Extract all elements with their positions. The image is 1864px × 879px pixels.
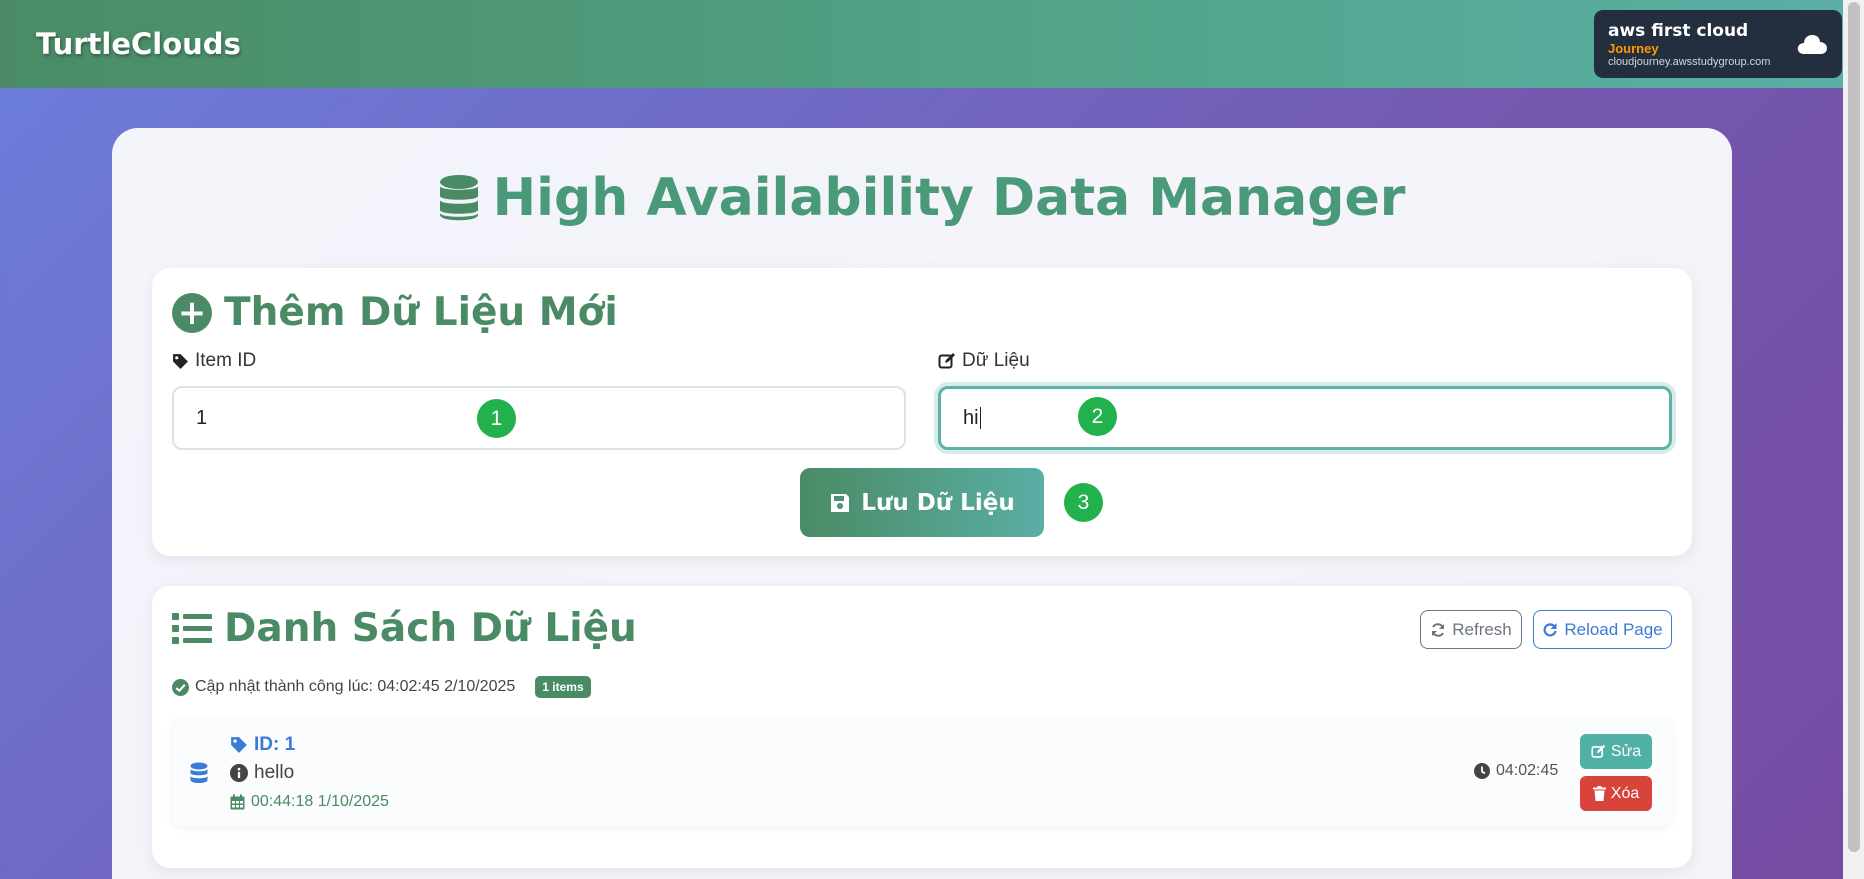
delete-button-label: Xóa (1610, 784, 1640, 802)
aws-badge[interactable]: aws first cloud Journey cloudjourney.aws… (1594, 10, 1842, 78)
add-data-card: + Thêm Dữ Liệu Mới Item ID 1 1 Dữ Liệu h… (152, 268, 1692, 556)
main-container: High Availability Data Manager + Thêm Dữ… (112, 128, 1732, 879)
text-caret (979, 407, 982, 429)
item-id-input[interactable]: 1 (172, 386, 906, 450)
item-id-label-text: Item ID (195, 350, 257, 371)
add-section-title: + Thêm Dữ Liệu Mới (172, 290, 618, 335)
item-id-label: Item ID (172, 350, 256, 372)
item-created-date: 00:44:18 1/10/2025 (230, 793, 389, 811)
data-input-value: hi (963, 406, 979, 429)
annotation-step-1: 1 (477, 399, 516, 438)
data-label-text: Dữ Liệu (962, 350, 1030, 371)
list-icon (172, 612, 212, 644)
redo-icon (1543, 622, 1557, 636)
save-button-label: Lưu Dữ Liệu (861, 489, 1015, 516)
annotation-step-3: 3 (1064, 483, 1103, 522)
page-title: High Availability Data Manager (112, 168, 1732, 228)
list-section-title-text: Danh Sách Dữ Liệu (224, 606, 637, 651)
item-time-text: 04:02:45 (1496, 762, 1559, 779)
item-count-badge: 1 items (535, 676, 591, 698)
tag-icon (231, 737, 247, 753)
list-section-title: Danh Sách Dữ Liệu (172, 606, 637, 651)
plus-circle-icon: + (172, 292, 212, 333)
update-status: Cập nhật thành công lúc: 04:02:45 2/10/2… (172, 676, 591, 698)
item-value: hello (230, 762, 294, 784)
database-icon (190, 762, 208, 783)
aws-badge-url: cloudjourney.awsstudygroup.com (1608, 55, 1771, 68)
edit-icon (1591, 744, 1606, 758)
data-list-card: Danh Sách Dữ Liệu Refresh Reload Page Cậ… (152, 586, 1692, 868)
aws-badge-title: aws first cloud (1608, 20, 1749, 41)
data-label: Dữ Liệu (938, 350, 1030, 372)
tag-icon (173, 353, 188, 369)
item-time: 04:02:45 (1474, 762, 1558, 780)
annotation-step-2: 2 (1078, 397, 1117, 436)
refresh-button-label: Refresh (1452, 619, 1512, 639)
reload-page-button[interactable]: Reload Page (1533, 610, 1672, 649)
calendar-icon (230, 794, 245, 810)
item-created-date-text: 00:44:18 1/10/2025 (251, 793, 389, 810)
edit-icon (938, 353, 955, 369)
item-id-text: ID: 1 (254, 734, 296, 755)
data-item-row: ID: 1 hello 00:44:18 1/10/2025 04:02:45 … (172, 718, 1672, 826)
data-input[interactable]: hi (938, 386, 1672, 450)
add-section-title-text: Thêm Dữ Liệu Mới (224, 290, 618, 335)
reload-page-button-label: Reload Page (1564, 619, 1663, 639)
scrollbar-thumb[interactable] (1848, 2, 1860, 852)
item-id: ID: 1 (230, 734, 295, 756)
update-status-text: Cập nhật thành công lúc: 04:02:45 2/10/2… (195, 678, 516, 695)
save-button[interactable]: Lưu Dữ Liệu (800, 468, 1044, 537)
clock-icon (1474, 763, 1490, 779)
sync-icon (1432, 622, 1445, 637)
refresh-button[interactable]: Refresh (1420, 610, 1522, 649)
brand-logo[interactable]: TurtleClouds (36, 27, 241, 61)
trash-icon (1592, 786, 1606, 801)
database-icon (439, 175, 478, 221)
delete-button[interactable]: Xóa (1580, 776, 1652, 811)
item-value-text: hello (254, 762, 295, 783)
item-id-input-value: 1 (196, 406, 208, 429)
edit-button-label: Sửa (1610, 742, 1642, 760)
aws-badge-text: aws first cloud Journey cloudjourney.aws… (1608, 21, 1770, 68)
aws-badge-subtitle: Journey (1608, 40, 1659, 56)
edit-button[interactable]: Sửa (1580, 734, 1652, 769)
floppy-disk-icon (831, 493, 850, 512)
info-circle-icon (230, 764, 248, 782)
page-title-text: High Availability Data Manager (492, 168, 1406, 228)
check-circle-icon (172, 678, 189, 696)
cloud-icon (1797, 35, 1827, 54)
navbar: TurtleClouds (0, 0, 1843, 88)
page-scrollbar[interactable] (1843, 0, 1864, 879)
